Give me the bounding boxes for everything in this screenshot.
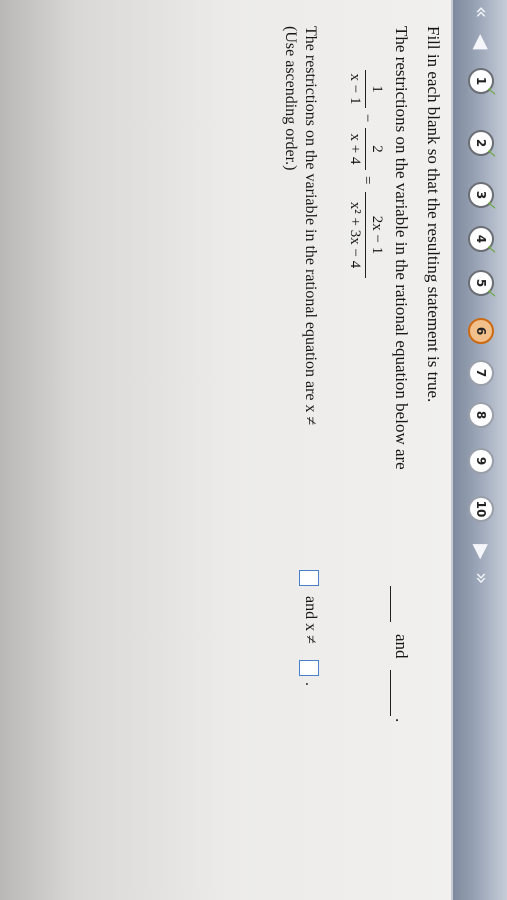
period: .	[392, 718, 411, 723]
question-4-button[interactable]: 4 ✓	[468, 226, 498, 255]
answer-and-text: and x ≠	[302, 596, 319, 644]
chevron-left-icon[interactable]: ◀	[470, 34, 494, 49]
question-number: 1	[474, 76, 488, 86]
question-number: 5	[474, 278, 488, 288]
answer-input-1[interactable]	[299, 570, 319, 586]
double-chevron-right-icon[interactable]: »	[470, 572, 494, 584]
homework-page: « ◀ 1 ✓ 2 ✓ 3 ✓ 4 ✓ 5 ✓ 6 7 8 9 10 ▶ » Fill i…	[0, 0, 507, 900]
restriction-statement: The restrictions on the variable in the …	[392, 26, 411, 470]
question-9-button[interactable]: 9	[468, 448, 494, 474]
fraction-bar	[365, 192, 366, 278]
question-8-button[interactable]: 8	[468, 402, 494, 428]
question-1-button[interactable]: 1 ✓	[468, 68, 498, 97]
answer-period: .	[302, 682, 319, 686]
question-content: Fill in each blank so that the resulting…	[0, 0, 443, 900]
fraction-2: 2 x + 4	[346, 128, 385, 170]
fraction-3-numerator: 2x − 1	[369, 215, 385, 255]
fraction-bar	[365, 128, 366, 170]
check-icon: ✓	[483, 244, 498, 255]
fraction-1-numerator: 1	[369, 85, 385, 93]
question-number: 9	[474, 456, 488, 466]
fraction-2-denominator: x + 4	[347, 133, 363, 165]
minus-sign: −	[359, 114, 375, 123]
check-icon: ✓	[483, 86, 498, 97]
question-2-button[interactable]: 2 ✓	[468, 130, 498, 159]
answer-input-2[interactable]	[299, 660, 319, 676]
fraction-2-numerator: 2	[369, 145, 385, 153]
question-number: 7	[474, 368, 488, 378]
question-10-button[interactable]: 10	[468, 496, 494, 522]
check-icon: ✓	[483, 288, 498, 299]
instruction-text: Fill in each blank so that the resulting…	[424, 26, 443, 403]
blank-line-1	[390, 586, 409, 622]
answer-prompt: The restrictions on the variable in the …	[302, 26, 319, 426]
double-chevron-left-icon[interactable]: «	[470, 6, 494, 18]
fraction-1: 1 x − 1	[346, 70, 385, 108]
fraction-1-denominator: x − 1	[347, 73, 363, 105]
fraction-3: 2x − 1 x² + 3x − 4	[346, 192, 385, 278]
question-6-button[interactable]: 6	[468, 318, 494, 344]
question-7-button[interactable]: 7	[468, 360, 494, 386]
blank-line-2	[390, 670, 409, 716]
ascending-order-hint: (Use ascending order.)	[282, 26, 299, 171]
question-number: 2	[474, 138, 488, 148]
question-3-button[interactable]: 3 ✓	[468, 182, 498, 211]
question-navigation-bar: « ◀ 1 ✓ 2 ✓ 3 ✓ 4 ✓ 5 ✓ 6 7 8 9 10 ▶ »	[451, 0, 507, 900]
question-number: 3	[474, 190, 488, 200]
question-number: 6	[474, 326, 488, 336]
equals-sign: =	[359, 176, 375, 185]
fraction-3-denominator: x² + 3x − 4	[347, 201, 363, 269]
check-icon: ✓	[483, 148, 498, 159]
chevron-right-icon[interactable]: ▶	[470, 544, 494, 559]
question-5-button[interactable]: 5 ✓	[468, 270, 498, 299]
check-icon: ✓	[483, 200, 498, 211]
question-number: 10	[474, 500, 488, 518]
and-text: and	[392, 634, 411, 659]
question-number: 4	[474, 234, 488, 244]
fraction-bar	[365, 70, 366, 108]
question-number: 8	[474, 410, 488, 420]
